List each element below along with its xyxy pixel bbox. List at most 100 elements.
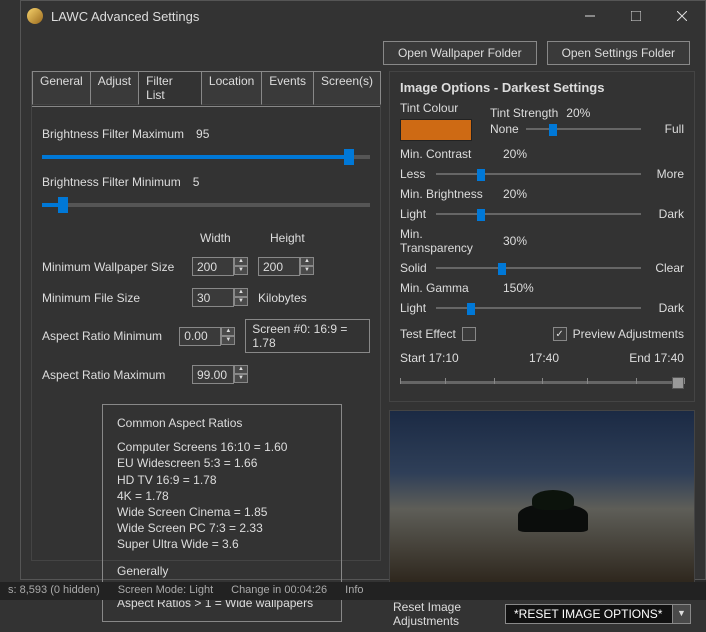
spin-down-icon[interactable]: ▼ xyxy=(300,266,314,275)
tint-row: Tint Colour Tint Strength 20% None Full xyxy=(400,101,684,141)
close-icon xyxy=(677,11,687,21)
tint-strength-label: Tint Strength xyxy=(490,106,558,120)
spin-up-icon[interactable]: ▲ xyxy=(234,257,248,266)
status-hidden-count: s: 8,593 (0 hidden) xyxy=(8,584,100,598)
info-line: Super Ultra Wide = 3.6 xyxy=(117,536,327,552)
min-brightness-label: Min. Brightness xyxy=(400,187,495,201)
less-label: Less xyxy=(400,167,428,181)
min-file-size-row: Minimum File Size ▲▼ Kilobytes xyxy=(42,288,370,307)
maximize-button[interactable] xyxy=(613,1,659,31)
tab-events[interactable]: Events xyxy=(261,71,314,105)
reset-combo-text: *RESET IMAGE OPTIONS* xyxy=(505,604,673,624)
image-options-group: Image Options - Darkest Settings Tint Co… xyxy=(389,71,695,402)
kilobytes-label: Kilobytes xyxy=(258,291,307,305)
min-wallpaper-width-spinner[interactable]: ▲▼ xyxy=(192,257,248,276)
info-line: 4K = 1.78 xyxy=(117,488,327,504)
brightness-max-slider[interactable] xyxy=(42,147,370,167)
min-brightness-slider[interactable] xyxy=(436,207,641,221)
width-header: Width xyxy=(200,231,260,245)
spin-down-icon[interactable]: ▼ xyxy=(234,297,248,306)
tint-strength-none: None xyxy=(490,122,518,136)
min-brightness-value: 20% xyxy=(503,187,527,201)
tab-general[interactable]: General xyxy=(32,71,91,105)
image-options-title: Image Options - Darkest Settings xyxy=(400,80,684,95)
checkbox-icon: ✓ xyxy=(553,327,567,341)
aspect-ratio-min-label: Aspect Ratio Minimum xyxy=(42,329,169,343)
min-transparency-label: Min. Transparency xyxy=(400,227,495,255)
top-button-row: Open Wallpaper Folder Open Settings Fold… xyxy=(21,31,705,71)
content-area: General Adjust Filter List Location Even… xyxy=(21,71,705,571)
tint-strength-value: 20% xyxy=(566,106,590,120)
brightness-max-label: Brightness Filter Maximum xyxy=(42,127,184,141)
titlebar: LAWC Advanced Settings xyxy=(21,1,705,31)
light-label: Light xyxy=(400,207,428,221)
start-time: 17:10 xyxy=(429,351,459,365)
background-statusbar: s: 8,593 (0 hidden) Screen Mode: Light C… xyxy=(0,582,706,600)
preview-adjustments-checkbox[interactable]: ✓Preview Adjustments xyxy=(553,327,684,341)
spin-up-icon[interactable]: ▲ xyxy=(234,288,248,297)
tint-colour-swatch[interactable] xyxy=(400,119,472,141)
open-wallpaper-folder-button[interactable]: Open Wallpaper Folder xyxy=(383,41,537,65)
min-contrast-value: 20% xyxy=(503,147,527,161)
open-settings-folder-button[interactable]: Open Settings Folder xyxy=(547,41,690,65)
min-contrast-label: Min. Contrast xyxy=(400,147,495,161)
time-slider[interactable] xyxy=(400,371,684,393)
preview-island-icon xyxy=(518,504,588,532)
aspect-ratio-min-input[interactable] xyxy=(179,327,221,346)
min-transparency-value: 30% xyxy=(503,234,527,248)
dark-label-2: Dark xyxy=(649,301,684,315)
info-line: Wide Screen PC 7:3 = 2.33 xyxy=(117,520,327,536)
min-gamma-label: Min. Gamma xyxy=(400,281,495,295)
width-height-header: Width Height xyxy=(42,231,370,245)
reset-options-combo[interactable]: *RESET IMAGE OPTIONS* ▼ xyxy=(505,604,691,624)
min-wallpaper-height-input[interactable] xyxy=(258,257,300,276)
wallpaper-preview xyxy=(389,410,695,590)
height-header: Height xyxy=(270,231,330,245)
min-contrast-slider[interactable] xyxy=(436,167,641,181)
spin-up-icon[interactable]: ▲ xyxy=(221,327,235,336)
aspect-ratio-min-row: Aspect Ratio Minimum ▲▼ Screen #0: 16:9 … xyxy=(42,319,370,353)
status-screen-mode: Screen Mode: Light xyxy=(118,584,213,598)
tab-location[interactable]: Location xyxy=(201,71,262,105)
spin-up-icon[interactable]: ▲ xyxy=(234,365,248,374)
settings-window: LAWC Advanced Settings Open Wallpaper Fo… xyxy=(20,0,706,580)
more-label: More xyxy=(649,167,684,181)
test-effect-checkbox[interactable]: Test Effect xyxy=(400,327,476,341)
brightness-min-slider[interactable] xyxy=(42,195,370,215)
aspect-ratio-max-spinner[interactable]: ▲▼ xyxy=(192,365,248,384)
end-time: 17:40 xyxy=(654,351,684,365)
min-gamma-slider[interactable] xyxy=(436,301,641,315)
aspect-ratio-max-label: Aspect Ratio Maximum xyxy=(42,368,182,382)
checkbox-icon xyxy=(462,327,476,341)
tint-strength-slider[interactable] xyxy=(526,122,641,136)
spin-down-icon[interactable]: ▼ xyxy=(234,266,248,275)
status-change-timer: Change in 00:04:26 xyxy=(231,584,327,598)
end-label: End xyxy=(629,351,650,365)
min-transparency-slider[interactable] xyxy=(436,261,641,275)
min-wallpaper-height-spinner[interactable]: ▲▼ xyxy=(258,257,314,276)
tab-filter-list[interactable]: Filter List xyxy=(138,71,202,105)
close-button[interactable] xyxy=(659,1,705,31)
tab-adjust[interactable]: Adjust xyxy=(90,71,139,105)
brightness-min-label-row: Brightness Filter Minimum 5 xyxy=(42,175,370,189)
min-file-size-label: Minimum File Size xyxy=(42,291,182,305)
aspect-ratio-max-input[interactable] xyxy=(192,365,234,384)
spin-down-icon[interactable]: ▼ xyxy=(234,374,248,383)
tab-screens[interactable]: Screen(s) xyxy=(313,71,381,105)
spin-up-icon[interactable]: ▲ xyxy=(300,257,314,266)
spin-down-icon[interactable]: ▼ xyxy=(221,336,235,345)
minimize-button[interactable] xyxy=(567,1,613,31)
aspect-ratio-min-spinner[interactable]: ▲▼ xyxy=(179,327,235,346)
min-file-size-input[interactable] xyxy=(192,288,234,307)
brightness-max-label-row: Brightness Filter Maximum 95 xyxy=(42,127,370,141)
info-generally-header: Generally xyxy=(117,563,327,579)
status-info-label: Info xyxy=(345,584,363,598)
chevron-down-icon[interactable]: ▼ xyxy=(673,604,691,624)
solid-label: Solid xyxy=(400,261,428,275)
min-wallpaper-width-input[interactable] xyxy=(192,257,234,276)
maximize-icon xyxy=(631,11,641,21)
min-file-size-spinner[interactable]: ▲▼ xyxy=(192,288,248,307)
brightness-max-value: 95 xyxy=(196,127,209,141)
test-effect-label: Test Effect xyxy=(400,327,456,341)
info-line: Computer Screens 16:10 = 1.60 xyxy=(117,439,327,455)
